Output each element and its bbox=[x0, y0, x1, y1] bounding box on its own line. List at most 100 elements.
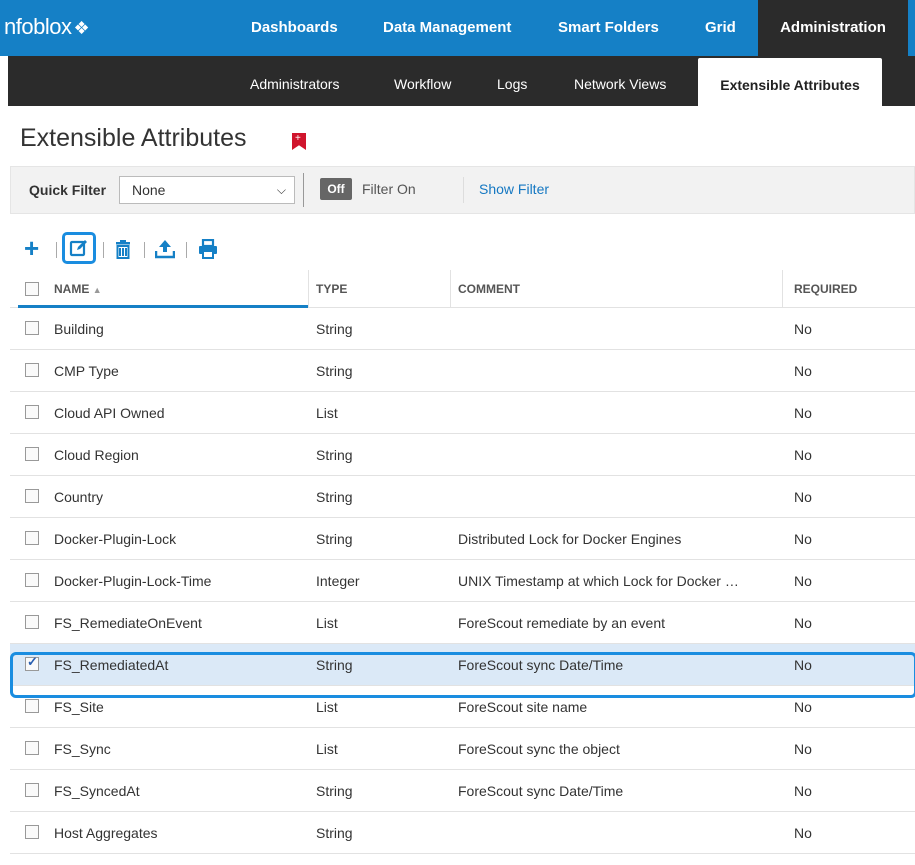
export-icon[interactable] bbox=[155, 239, 175, 259]
tab-grid[interactable]: Grid bbox=[705, 0, 736, 56]
quick-filter-value: None bbox=[132, 182, 166, 198]
divider bbox=[56, 242, 57, 258]
chevron-down-icon: ⌵ bbox=[276, 183, 286, 197]
row-checkbox[interactable] bbox=[25, 489, 39, 503]
cell-comment: UNIX Timestamp at which Lock for Docker … bbox=[458, 573, 739, 589]
tab-smart-folders[interactable]: Smart Folders bbox=[558, 0, 659, 56]
divider bbox=[782, 270, 783, 308]
divider bbox=[450, 270, 451, 308]
cell-type: String bbox=[316, 363, 353, 379]
row-checkbox[interactable] bbox=[25, 447, 39, 461]
subtab-extensible-attributes[interactable]: Extensible Attributes bbox=[698, 58, 882, 106]
table-row[interactable]: FS_Site List ForeScout site name No bbox=[10, 686, 915, 728]
table-row[interactable]: Cloud Region String No bbox=[10, 434, 915, 476]
subtab-workflow[interactable]: Workflow bbox=[394, 56, 451, 106]
cell-name: Cloud API Owned bbox=[54, 405, 165, 421]
row-checkbox[interactable] bbox=[25, 783, 39, 797]
cell-required: No bbox=[794, 573, 812, 589]
cell-type: String bbox=[316, 783, 353, 799]
logo-mark-icon: ❖ bbox=[73, 18, 90, 38]
table-row[interactable]: FS_RemediateOnEvent List ForeScout remedia… bbox=[10, 602, 915, 644]
row-checkbox[interactable] bbox=[25, 699, 39, 713]
cell-name: Host Aggregates bbox=[54, 825, 158, 841]
cell-type: String bbox=[316, 657, 353, 673]
infoblox-logo[interactable]: nfoblox ❖ bbox=[4, 14, 90, 40]
cell-type: String bbox=[316, 531, 353, 547]
subtab-network-views[interactable]: Network Views bbox=[574, 56, 666, 106]
cell-name: Cloud Region bbox=[54, 447, 139, 463]
table-row[interactable]: Docker-Plugin-Lock String Distributed Lock… bbox=[10, 518, 915, 560]
row-checkbox[interactable] bbox=[25, 573, 39, 587]
row-checkbox[interactable] bbox=[25, 531, 39, 545]
table-row[interactable]: Docker-Plugin-Lock-Time Integer UNIX Times… bbox=[10, 560, 915, 602]
table-row[interactable]: CMP Type String No bbox=[10, 350, 915, 392]
table-row[interactable]: Host Aggregates String No bbox=[10, 812, 915, 854]
table-row[interactable]: FS_RemediatedAt String ForeScout sync Date… bbox=[10, 644, 915, 686]
select-all-checkbox[interactable] bbox=[25, 282, 39, 296]
table-row[interactable]: Country String No bbox=[10, 476, 915, 518]
tab-data-management[interactable]: Data Management bbox=[383, 0, 511, 56]
quick-filter-label: Quick Filter bbox=[29, 182, 107, 198]
cell-type: List bbox=[316, 699, 338, 715]
table-row[interactable]: FS_Sync List ForeScout sync the object No bbox=[10, 728, 915, 770]
column-header-comment[interactable]: COMMENT bbox=[458, 270, 778, 308]
column-header-required[interactable]: REQUIRED bbox=[794, 270, 904, 308]
sub-navigation: Administrators Workflow Logs Network Vie… bbox=[8, 56, 915, 106]
add-icon[interactable]: + bbox=[24, 234, 39, 262]
subtab-administrators[interactable]: Administrators bbox=[250, 56, 339, 106]
cell-comment: ForeScout remediate by an event bbox=[458, 615, 666, 631]
cell-name: FS_SyncedAt bbox=[54, 783, 140, 799]
cell-name: Country bbox=[54, 489, 104, 505]
row-checkbox[interactable] bbox=[25, 741, 39, 755]
cell-name: FS_RemediateOnEvent bbox=[54, 615, 202, 631]
cell-required: No bbox=[794, 405, 812, 421]
table-row[interactable]: FS_SyncedAt String ForeScout sync Date/Tim… bbox=[10, 770, 915, 812]
cell-type: String bbox=[316, 489, 353, 505]
cell-required: No bbox=[794, 531, 812, 547]
cell-comment: Distributed Lock for Docker Engines bbox=[458, 531, 682, 547]
cell-name: FS_RemediatedAt bbox=[54, 657, 169, 673]
cell-name: FS_Site bbox=[54, 699, 104, 715]
cell-comment: ForeScout sync Date/Time bbox=[458, 657, 624, 673]
subtab-logs[interactable]: Logs bbox=[497, 56, 527, 106]
cell-required: No bbox=[794, 825, 812, 841]
filter-on-label: Filter On bbox=[362, 181, 416, 197]
cell-required: No bbox=[794, 615, 812, 631]
row-checkbox[interactable] bbox=[25, 615, 39, 629]
row-checkbox[interactable] bbox=[25, 363, 39, 377]
print-icon[interactable] bbox=[198, 239, 218, 259]
cell-comment: ForeScout sync Date/Time bbox=[458, 783, 624, 799]
row-checkbox[interactable] bbox=[25, 321, 39, 335]
cell-name: FS_Sync bbox=[54, 741, 111, 757]
cell-type: String bbox=[316, 321, 353, 337]
table-row[interactable]: Cloud API Owned List No bbox=[10, 392, 915, 434]
cell-type: List bbox=[316, 405, 338, 421]
filter-toggle[interactable]: Off bbox=[320, 178, 352, 200]
cell-comment: ForeScout site name bbox=[458, 699, 588, 715]
cell-type: Integer bbox=[316, 573, 360, 589]
cell-required: No bbox=[794, 657, 812, 673]
row-checkbox[interactable] bbox=[25, 654, 39, 671]
table-row[interactable]: Building String No bbox=[10, 308, 915, 350]
quick-filter-select[interactable]: None ⌵ bbox=[119, 176, 295, 204]
column-header-type[interactable]: TYPE bbox=[316, 270, 446, 308]
delete-icon[interactable] bbox=[115, 240, 131, 260]
column-header-name[interactable]: NAME ▲ bbox=[54, 270, 304, 309]
tab-administration[interactable]: Administration bbox=[758, 0, 908, 56]
cell-name: Docker-Plugin-Lock bbox=[54, 531, 177, 547]
divider bbox=[463, 177, 464, 203]
divider bbox=[186, 242, 187, 258]
sort-ascending-icon: ▲ bbox=[92, 285, 102, 295]
cell-name: Building bbox=[54, 321, 104, 337]
bookmark-icon[interactable]: + bbox=[292, 133, 306, 150]
table-header: NAME ▲ TYPE COMMENT REQUIRED bbox=[10, 270, 915, 308]
cell-required: No bbox=[794, 783, 812, 799]
row-checkbox[interactable] bbox=[25, 405, 39, 419]
edit-button-highlight[interactable] bbox=[62, 232, 96, 264]
cell-comment: ForeScout sync the object bbox=[458, 741, 620, 757]
cell-required: No bbox=[794, 321, 812, 337]
row-checkbox[interactable] bbox=[25, 825, 39, 839]
show-filter-link[interactable]: Show Filter bbox=[479, 181, 549, 197]
tab-dashboards[interactable]: Dashboards bbox=[251, 0, 338, 56]
cell-type: String bbox=[316, 447, 353, 463]
